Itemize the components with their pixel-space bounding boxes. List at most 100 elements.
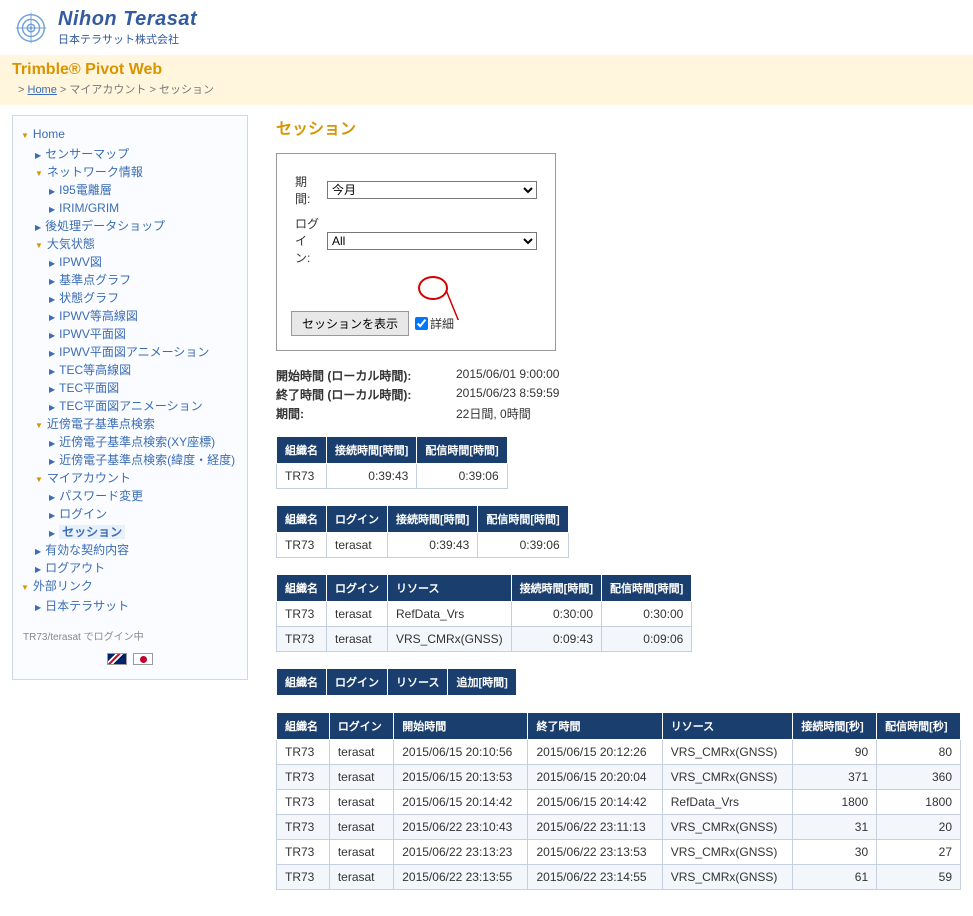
nav-item[interactable]: 後処理データショップ: [45, 219, 165, 233]
summary-table-2: 組織名ログイン接続時間[時間]配信時間[時間]TR73terasat0:39:4…: [276, 505, 569, 558]
table-cell: 0:30:00: [511, 602, 601, 627]
nav-item[interactable]: I95電離層: [59, 183, 112, 197]
table-cell: 2015/06/22 23:11:13: [528, 815, 662, 840]
flag-jp-icon[interactable]: [133, 653, 153, 665]
nav-item[interactable]: マイアカウント: [47, 471, 131, 485]
table-header: ログイン: [327, 575, 388, 602]
table-cell: TR73: [277, 865, 330, 890]
detail-checkbox[interactable]: [415, 317, 428, 330]
nav-item[interactable]: ネットワーク情報: [47, 165, 143, 179]
table-cell: 0:09:06: [602, 627, 692, 652]
table-cell: VRS_CMRx(GNSS): [662, 765, 793, 790]
table-cell: 1800: [877, 790, 961, 815]
nav-item[interactable]: 大気状態: [47, 237, 95, 251]
table-cell: VRS_CMRx(GNSS): [662, 740, 793, 765]
nav-item[interactable]: IPWV平面図アニメーション: [59, 345, 209, 359]
flag-uk-icon[interactable]: [107, 653, 127, 665]
table-cell: 27: [877, 840, 961, 865]
nav-item[interactable]: センサーマップ: [45, 147, 129, 161]
nav-item[interactable]: 近傍電子基準点検索: [47, 417, 155, 431]
table-header: 配信時間[時間]: [602, 575, 692, 602]
table-cell: 80: [877, 740, 961, 765]
table-cell: 0:09:43: [511, 627, 601, 652]
table-cell: 2015/06/22 23:10:43: [394, 815, 528, 840]
table-cell: 2015/06/15 20:13:53: [394, 765, 528, 790]
page-title: セッション: [276, 115, 961, 139]
table-cell: TR73: [277, 602, 327, 627]
nav-item[interactable]: 基準点グラフ: [59, 273, 131, 287]
nav-item[interactable]: 外部リンク: [33, 579, 93, 593]
summary-table-1: 組織名接続時間[時間]配信時間[時間]TR730:39:430:39:06: [276, 436, 508, 489]
period-label: 期間:: [293, 170, 323, 210]
table-header: ログイン: [329, 713, 393, 740]
period-select[interactable]: 今月: [327, 181, 537, 199]
nav-item[interactable]: TEC平面図アニメーション: [59, 399, 203, 413]
nav-item[interactable]: ログイン: [59, 507, 107, 521]
nav-item[interactable]: 近傍電子基準点検索(XY座標): [59, 435, 215, 449]
login-select[interactable]: All: [327, 232, 537, 250]
table-cell: 2015/06/15 20:10:56: [394, 740, 528, 765]
table-cell: 61: [793, 865, 877, 890]
table-header: ログイン: [327, 669, 388, 696]
table-header: 接続時間[時間]: [388, 506, 478, 533]
nav-item[interactable]: パスワード変更: [59, 489, 143, 503]
breadcrumb-sep: >: [18, 84, 24, 96]
start-time-value: 2015/06/01 9:00:00: [456, 367, 559, 384]
breadcrumb-sep: >: [149, 84, 155, 96]
nav-item[interactable]: IRIM/GRIM: [59, 201, 119, 215]
table-cell: terasat: [327, 533, 388, 558]
table-row: TR73terasat2015/06/22 23:13:552015/06/22…: [277, 865, 961, 890]
nav-item[interactable]: 有効な契約内容: [45, 543, 129, 557]
table-cell: 371: [793, 765, 877, 790]
table-header: リソース: [388, 575, 512, 602]
table-header: 組織名: [277, 713, 330, 740]
table-cell: 0:39:43: [327, 464, 417, 489]
breadcrumb-myaccount: マイアカウント: [69, 84, 146, 96]
nav-item[interactable]: 近傍電子基準点検索(緯度・経度): [59, 453, 235, 467]
table-header: 組織名: [277, 506, 327, 533]
nav-item[interactable]: 状態グラフ: [59, 291, 119, 305]
table-row: TR73terasat2015/06/15 20:10:562015/06/15…: [277, 740, 961, 765]
summary-table-4: 組織名ログインリソース追加[時間]: [276, 668, 517, 696]
table-cell: terasat: [329, 865, 393, 890]
table-cell: TR73: [277, 815, 330, 840]
table-header: 終了時間: [528, 713, 662, 740]
table-cell: 20: [877, 815, 961, 840]
nav: Home センサーマップネットワーク情報 I95電離層 IRIM/GRIM 後処理データ…: [21, 126, 239, 616]
table-header: 接続時間[秒]: [793, 713, 877, 740]
nav-item[interactable]: IPWV平面図: [59, 327, 126, 341]
nav-item[interactable]: 日本テラサット: [45, 599, 129, 613]
nav-item[interactable]: IPWV図: [59, 255, 102, 269]
nav-item[interactable]: IPWV等高線図: [59, 309, 138, 323]
breadcrumb-home[interactable]: Home: [28, 84, 57, 96]
login-label: ログイン:: [293, 212, 323, 269]
table-row: TR73terasat2015/06/15 20:13:532015/06/15…: [277, 765, 961, 790]
table-cell: 0:30:00: [602, 602, 692, 627]
nav-item[interactable]: Home: [33, 127, 65, 141]
table-header: 接続時間[時間]: [327, 437, 417, 464]
table-row: TR73terasatRefData_Vrs0:30:000:30:00: [277, 602, 692, 627]
table-header: 組織名: [277, 437, 327, 464]
login-status: TR73/terasat でログイン中: [23, 628, 239, 643]
table-row: TR73terasat2015/06/22 23:10:432015/06/22…: [277, 815, 961, 840]
app-title: Trimble® Pivot Web: [12, 61, 961, 79]
show-sessions-button[interactable]: セッションを表示: [291, 311, 409, 336]
nav-item[interactable]: ログアウト: [45, 561, 105, 575]
table-header: リソース: [388, 669, 448, 696]
logo-text-sub: 日本テラサット株式会社: [58, 31, 197, 47]
nav-item[interactable]: TEC等高線図: [59, 363, 131, 377]
nav-item[interactable]: TEC平面図: [59, 381, 119, 395]
table-cell: 59: [877, 865, 961, 890]
table-cell: 0:39:06: [417, 464, 507, 489]
table-header: 接続時間[時間]: [511, 575, 601, 602]
sidebar: Home センサーマップネットワーク情報 I95電離層 IRIM/GRIM 後処理データ…: [12, 115, 248, 680]
breadcrumb-current: セッション: [159, 84, 214, 96]
detail-label: 詳細: [430, 315, 454, 332]
duration-label: 期間:: [276, 405, 456, 422]
table-header: 配信時間[時間]: [478, 506, 568, 533]
nav-item[interactable]: セッション: [59, 525, 125, 539]
breadcrumb-sep: >: [60, 84, 66, 96]
table-cell: 2015/06/15 20:12:26: [528, 740, 662, 765]
table-row: TR730:39:430:39:06: [277, 464, 508, 489]
logo-icon: [12, 9, 50, 47]
